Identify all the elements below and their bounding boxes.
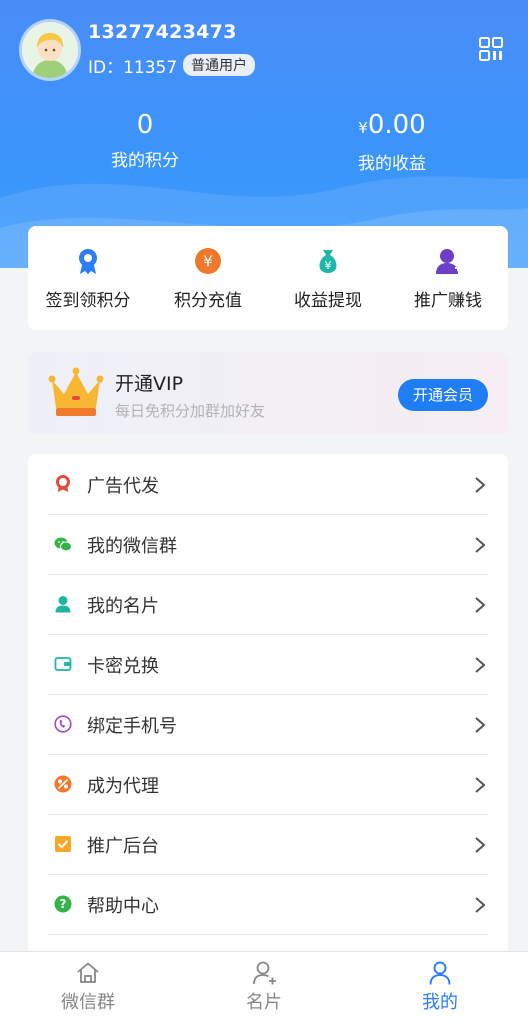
user-add-icon <box>253 961 276 985</box>
menu-label: 推广后台 <box>87 836 159 857</box>
points-stat[interactable]: 0 我的积分 <box>45 110 245 171</box>
person-icon <box>429 961 451 985</box>
chevron-right-icon <box>475 897 486 913</box>
menu-item-become-agent[interactable]: 成为代理 <box>48 754 488 815</box>
earnings-stat[interactable]: ¥0.00 我的收益 <box>292 110 492 174</box>
chevron-right-icon <box>475 837 486 853</box>
points-value: 0 <box>136 110 154 140</box>
home-icon <box>77 962 99 983</box>
chevron-right-icon <box>475 597 486 613</box>
tab-label: 微信群 <box>61 992 115 1013</box>
open-vip-button[interactable]: 开通会员 <box>398 379 488 411</box>
ribbon-icon <box>56 475 70 492</box>
vip-banner[interactable]: 开通VIP 每日免积分加群加好友 开通会员 <box>28 352 508 434</box>
bottom-tab-bar: 微信群 名片 我的 <box>0 951 528 1025</box>
menu-item-bind-phone[interactable]: 绑定手机号 <box>48 694 488 755</box>
chevron-right-icon <box>475 477 486 493</box>
crown-icon <box>48 367 104 416</box>
badge-icon <box>79 249 97 274</box>
chevron-right-icon <box>475 717 486 733</box>
person-icon <box>55 596 71 613</box>
action-checkin[interactable]: 签到领积分 <box>28 226 148 330</box>
menu-label: 帮助中心 <box>87 896 159 917</box>
points-label: 我的积分 <box>111 151 179 171</box>
menu-label: 成为代理 <box>87 776 159 797</box>
phone-icon <box>54 715 72 733</box>
tab-label: 名片 <box>246 992 282 1013</box>
menu-label: 绑定手机号 <box>87 716 177 737</box>
tab-business-card[interactable]: 名片 <box>176 952 352 1025</box>
menu-label: 我的微信群 <box>87 536 177 557</box>
action-recharge[interactable]: ¥ 积分充值 <box>148 226 268 330</box>
tab-mine[interactable]: 我的 <box>352 952 528 1025</box>
user-phone: 13277423473 <box>88 21 237 43</box>
menu-label: 广告代发 <box>87 476 159 497</box>
earnings-label: 我的收益 <box>358 154 426 174</box>
money-bag-icon: ¥ <box>319 250 337 273</box>
tab-label: 我的 <box>422 992 458 1013</box>
earnings-value: 0.00 <box>367 110 426 140</box>
wechat-icon <box>54 537 72 552</box>
action-withdraw[interactable]: ¥ 收益提现 <box>268 226 388 330</box>
earnings-currency: ¥ <box>358 119 368 137</box>
menu-label: 卡密兑换 <box>87 656 159 677</box>
svg-text:?: ? <box>60 897 67 911</box>
action-label: 收益提现 <box>294 291 362 311</box>
yen-coin-icon: ¥ <box>195 248 221 274</box>
action-label: 积分充值 <box>174 291 242 311</box>
action-promote[interactable]: 推广赚钱 <box>388 226 508 330</box>
user-add-icon <box>436 249 461 274</box>
avatar-illustration-icon <box>22 22 78 78</box>
svg-text:¥: ¥ <box>203 253 213 271</box>
svg-text:¥: ¥ <box>325 259 332 272</box>
vip-title: 开通VIP <box>115 373 184 395</box>
menu-item-card-redeem[interactable]: 卡密兑换 <box>48 634 488 695</box>
wallet-icon <box>54 657 72 671</box>
help-icon: ? <box>54 895 72 913</box>
avatar[interactable] <box>22 22 78 78</box>
qrcode-icon[interactable] <box>478 36 504 62</box>
checkbox-icon <box>55 836 71 852</box>
action-label: 签到领积分 <box>45 291 131 311</box>
action-label: 推广赚钱 <box>414 291 482 311</box>
quick-actions: 签到领积分 ¥ 积分充值 ¥ 收益提现 推广赚钱 <box>28 226 508 330</box>
menu-item-promo-backend[interactable]: 推广后台 <box>48 814 488 875</box>
chevron-right-icon <box>475 657 486 673</box>
role-badge: 普通用户 <box>183 54 255 76</box>
menu-item-wechat-groups[interactable]: 我的微信群 <box>48 514 488 575</box>
menu-list: 广告代发 我的微信群 我的名片 卡密兑换 绑定手机号 成为代理 推广后台 ? 帮… <box>28 454 508 951</box>
menu-item-business-card[interactable]: 我的名片 <box>48 574 488 635</box>
chevron-right-icon <box>475 777 486 793</box>
agent-icon <box>54 775 72 793</box>
user-id: ID：11357 <box>88 58 178 78</box>
menu-item-help[interactable]: ? 帮助中心 <box>48 874 488 935</box>
chevron-right-icon <box>475 537 486 553</box>
menu-item-ads[interactable]: 广告代发 <box>48 454 488 515</box>
menu-label: 我的名片 <box>87 596 159 617</box>
tab-wechat-groups[interactable]: 微信群 <box>0 952 176 1025</box>
vip-subtitle: 每日免积分加群加好友 <box>115 402 266 420</box>
